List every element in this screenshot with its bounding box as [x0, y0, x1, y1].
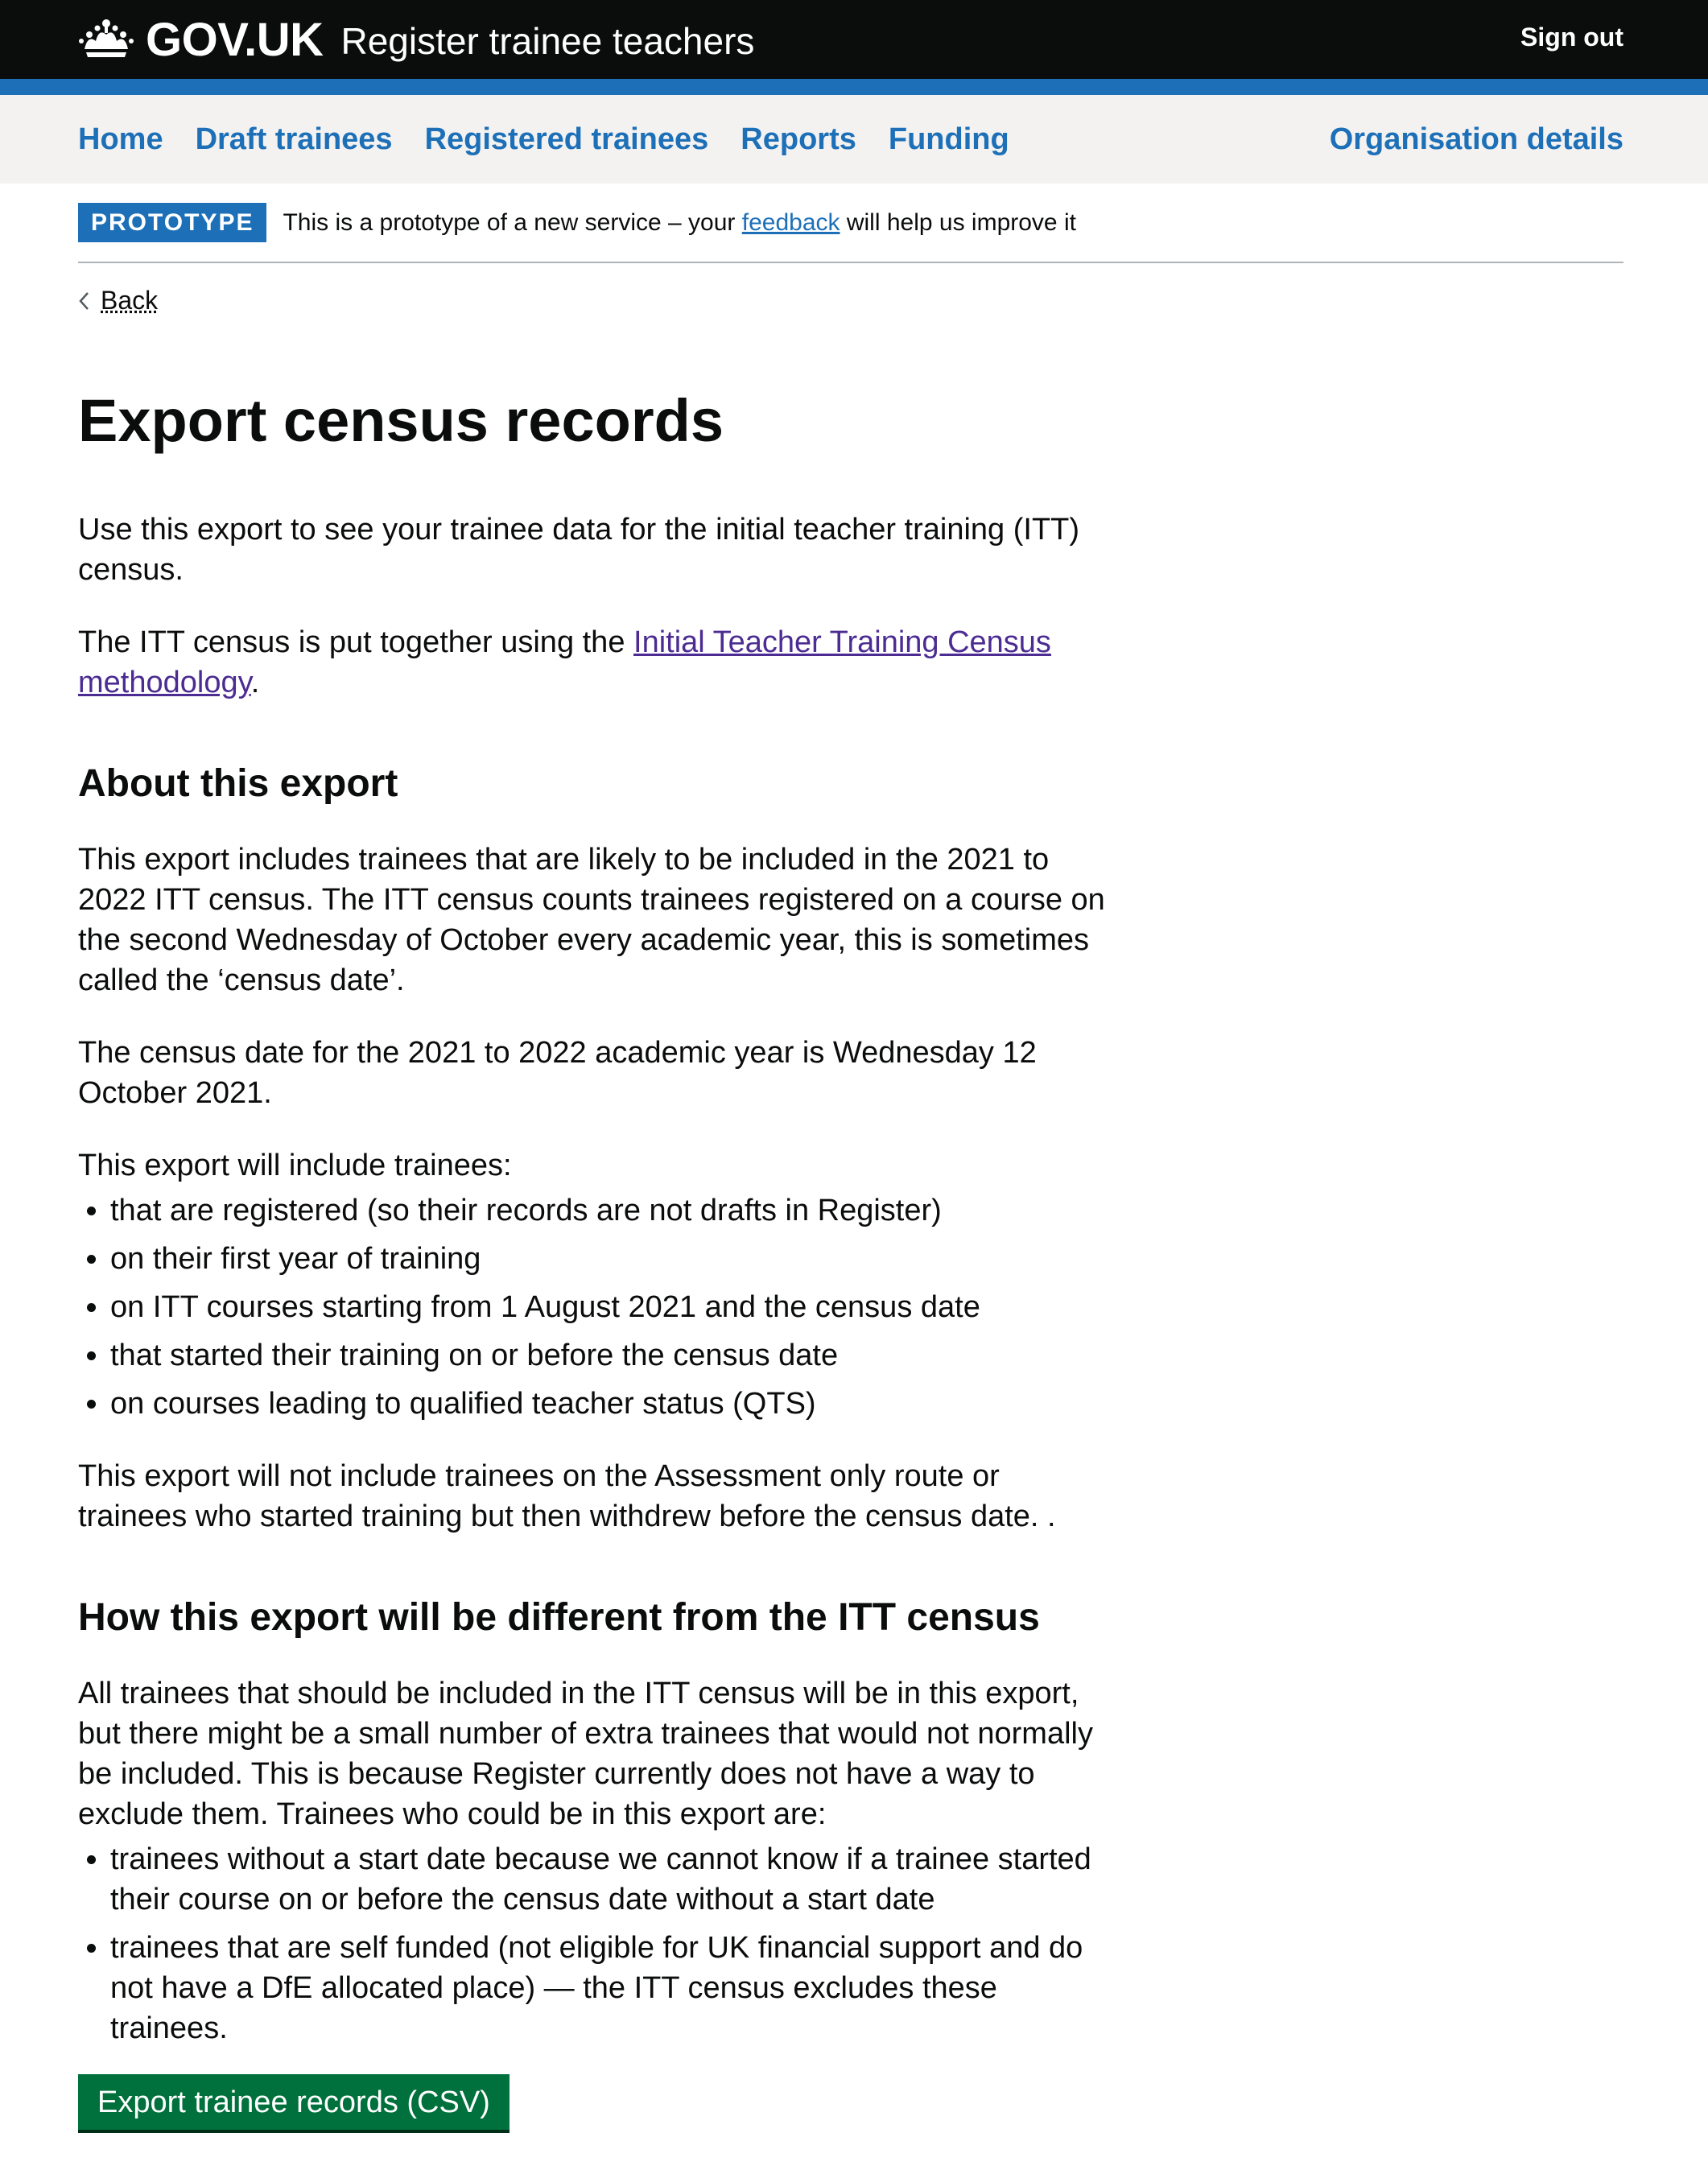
intro-paragraph: Use this export to see your trainee data…	[78, 513, 1080, 588]
chevron-left-icon	[79, 291, 89, 310]
phase-tag: PROTOTYPE	[78, 203, 267, 242]
methodology-end: .	[250, 666, 260, 700]
exclude-paragraph: This export will not include trainees on…	[78, 1458, 1056, 1533]
list-item: trainees that are self funded (not eligi…	[110, 1928, 1108, 2048]
site-header: GOV.UK Register trainee teachers Sign ou…	[0, 0, 1708, 79]
about-paragraph-2: The census date for the 2021 to 2022 aca…	[78, 1035, 1037, 1110]
sign-out-link[interactable]: Sign out	[1520, 23, 1623, 52]
difference-heading: How this export will be different from t…	[78, 1595, 1040, 1639]
list-item: on courses leading to qualified teacher …	[110, 1384, 1108, 1424]
back-link[interactable]: Back	[78, 286, 158, 316]
list-item: that started their training on or before…	[110, 1335, 1108, 1376]
methodology-paragraph: The ITT census is put together using the…	[78, 622, 1108, 703]
nav-item-registered-trainees[interactable]: Registered trainees	[425, 122, 709, 157]
methodology-text: The ITT census is put together using the	[78, 625, 634, 660]
about-paragraph-1: This export includes trainees that are l…	[78, 842, 1105, 997]
logo-text: GOV.UK	[146, 13, 324, 66]
nav-item-funding[interactable]: Funding	[889, 122, 1009, 157]
page-title: Export census records	[78, 387, 724, 454]
service-name[interactable]: Register trainee teachers	[340, 19, 754, 63]
list-item: trainees without a start date because we…	[110, 1839, 1108, 1920]
nav-list: Home Draft trainees Registered trainees …	[78, 95, 1042, 184]
phase-banner-text: This is a prototype of a new service – y…	[283, 209, 1075, 237]
list-item: on ITT courses starting from 1 August 20…	[110, 1287, 1108, 1327]
difference-list: trainees without a start date because we…	[78, 1839, 1108, 2048]
primary-navigation: Home Draft trainees Registered trainees …	[0, 95, 1708, 184]
header-blue-bar	[0, 79, 1708, 95]
govuk-logo[interactable]: GOV.UK Register trainee teachers	[78, 11, 754, 68]
export-csv-button[interactable]: Export trainee records (CSV)	[78, 2073, 510, 2130]
nav-item-home[interactable]: Home	[78, 122, 163, 157]
include-list: that are registered (so their records ar…	[78, 1190, 1108, 1424]
phase-text-before: This is a prototype of a new service – y…	[283, 208, 742, 236]
back-link-label: Back	[101, 286, 159, 315]
nav-item-reports[interactable]: Reports	[741, 122, 856, 157]
phase-text-after: will help us improve it	[840, 208, 1076, 236]
crown-icon	[79, 19, 134, 57]
feedback-link[interactable]: feedback	[742, 209, 840, 236]
difference-paragraph: All trainees that should be included in …	[78, 1676, 1093, 1831]
nav-item-draft-trainees[interactable]: Draft trainees	[196, 122, 393, 157]
about-export-heading: About this export	[78, 762, 398, 806]
main-content: Export census records Use this export to…	[78, 388, 1108, 2130]
include-intro: This export will include trainees:	[78, 1148, 512, 1182]
nav-item-organisation-details[interactable]: Organisation details	[1330, 122, 1623, 157]
list-item: that are registered (so their records ar…	[110, 1190, 1108, 1231]
list-item: on their first year of training	[110, 1239, 1108, 1279]
phase-banner: PROTOTYPE This is a prototype of a new s…	[78, 184, 1623, 263]
